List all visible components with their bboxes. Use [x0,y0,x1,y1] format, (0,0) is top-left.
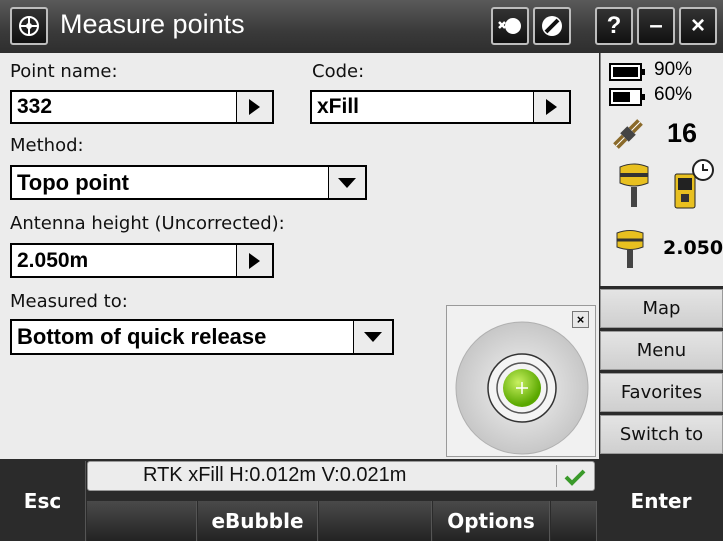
battery-icon [609,88,645,106]
antenna-height-value: 2.050 [663,237,723,259]
ebubble-softkey[interactable]: eBubble [198,501,318,541]
point-name-field[interactable]: 332 [10,90,238,124]
help-button[interactable]: ? [595,7,633,45]
antenna-icon [616,230,644,268]
chevron-down-icon [338,177,356,188]
arrow-right-icon [249,99,260,115]
method-select[interactable]: Topo point [10,165,330,200]
arrow-right-icon [546,99,557,115]
esc-softkey[interactable]: Esc [0,461,86,541]
switch-to-button[interactable]: Switch to [600,415,723,454]
antenna-height-label: Antenna height (Uncorrected): [10,213,285,234]
favorites-button[interactable]: Favorites [600,373,723,412]
code-arrow-button[interactable] [534,90,571,124]
ebubble-panel[interactable]: × [446,305,596,457]
status-line-text: RTK xFill H:0.012m V:0.021m [143,464,407,486]
minimize-button[interactable]: – [637,7,675,45]
menu-button[interactable]: Menu [600,331,723,370]
method-label: Method: [10,135,84,156]
battery-2-percent: 60% [654,84,693,105]
window-title: Measure points [60,9,245,39]
options-softkey[interactable]: Options [433,501,550,541]
softkey-slot-1[interactable] [87,501,197,541]
enter-softkey[interactable]: Enter [599,461,723,541]
battery-1-percent: 90% [654,59,693,80]
point-name-label: Point name: [10,61,118,82]
softkey-slot-5[interactable] [551,501,597,541]
battery-icon [609,63,645,81]
code-label: Code: [312,61,365,82]
title-bar: Measure points ? – × [0,0,723,53]
measured-to-select[interactable]: Bottom of quick release [10,319,355,355]
code-field[interactable]: xFill [310,90,535,124]
point-name-arrow-button[interactable] [237,90,274,124]
tilt-warning-icon[interactable] [533,7,571,45]
rtk-link-icon[interactable] [491,7,529,45]
antenna-height-arrow-button[interactable] [237,243,274,278]
method-dropdown-button[interactable] [329,165,367,200]
status-panel[interactable]: 90% 60% 16 2.050 [600,53,723,286]
gnss-receiver-icon [619,163,649,207]
bubble-level-icon [455,321,589,455]
satellite-icon [613,119,643,149]
softkey-slot-3[interactable] [319,501,432,541]
arrow-right-icon [249,252,260,269]
chevron-down-icon [364,332,382,342]
controller-timer-icon [674,159,714,209]
start-menu-icon[interactable] [10,7,48,45]
divider [556,465,557,487]
measured-to-dropdown-button[interactable] [354,319,394,355]
satellite-count: 16 [667,118,698,148]
map-button[interactable]: Map [600,289,723,328]
close-button[interactable]: × [679,7,717,45]
antenna-height-field[interactable]: 2.050m [10,243,238,278]
check-icon [564,469,586,486]
measured-to-label: Measured to: [10,291,128,312]
status-line[interactable]: RTK xFill H:0.012m V:0.021m [87,461,595,491]
